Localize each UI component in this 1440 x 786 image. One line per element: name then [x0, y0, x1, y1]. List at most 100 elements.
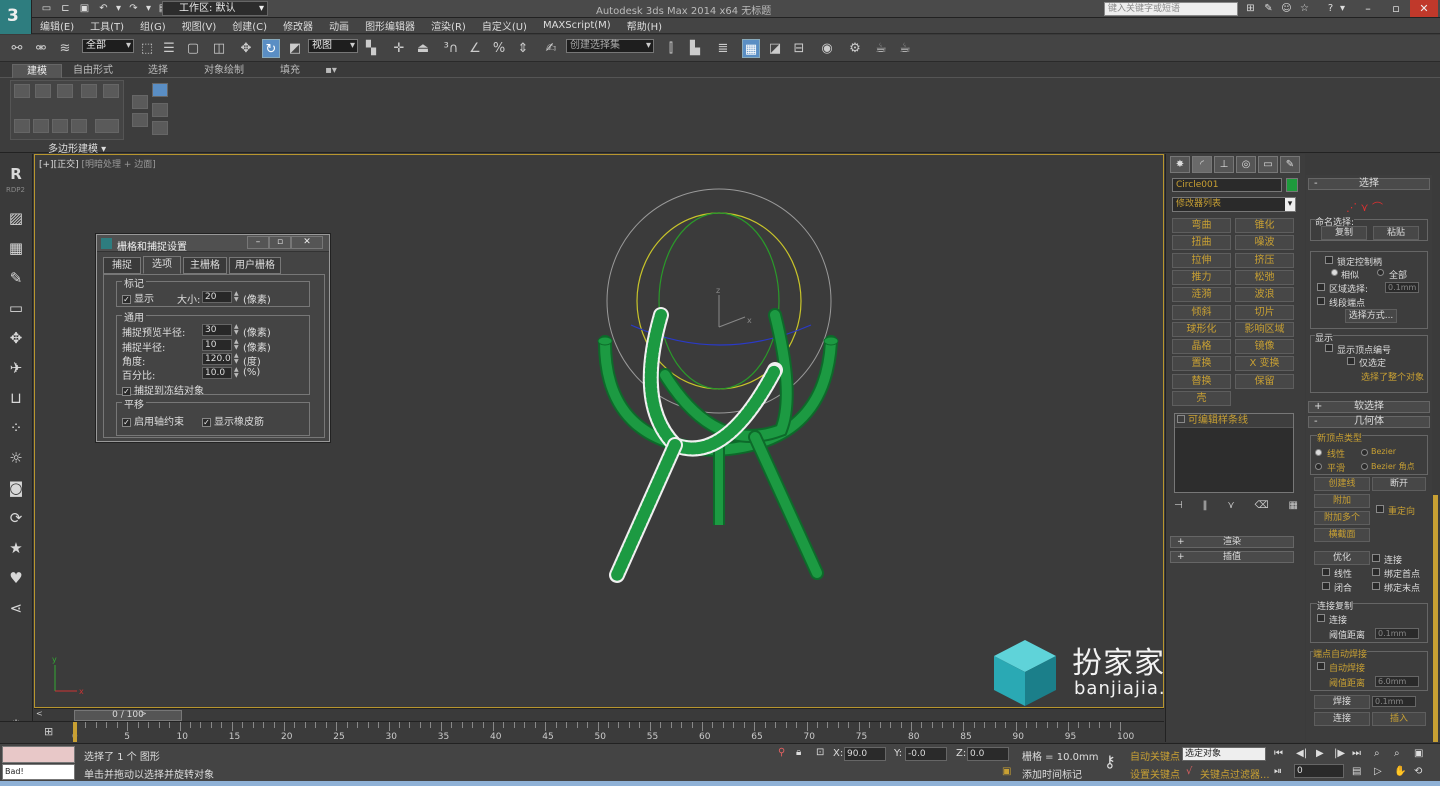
render-production-icon[interactable]: ☕ [896, 39, 914, 58]
menu-tools[interactable]: 工具(T) [82, 18, 132, 33]
modify-tab-icon[interactable]: ◜ [1192, 156, 1212, 173]
pin-stack-icon[interactable]: ⊣ [1174, 500, 1183, 514]
selection-rollout-header[interactable]: - 选择 [1308, 178, 1430, 190]
field-of-view-icon[interactable]: ▷ [1374, 766, 1382, 777]
weld-button[interactable]: 焊接 [1314, 695, 1370, 709]
segment-end-checkbox[interactable] [1317, 297, 1325, 305]
cross-section-button[interactable]: 横截面 [1314, 528, 1370, 542]
dialog-close-icon[interactable]: ✕ [291, 236, 323, 249]
current-frame-input[interactable]: 0 [1294, 764, 1344, 778]
ribbon-tool-6-icon[interactable] [14, 119, 30, 133]
ribbon-options-icon[interactable]: ▪▾ [320, 64, 342, 78]
all-radio[interactable] [1377, 269, 1384, 276]
dialog-minimize-icon[interactable]: – [247, 236, 269, 249]
select-by-name-icon[interactable]: ☰ [160, 39, 178, 58]
tools-icon[interactable]: ✎ [1260, 1, 1277, 16]
goto-start-icon[interactable]: ⏮ [1274, 748, 1283, 759]
maxscript-output[interactable]: Bad! [2, 764, 75, 780]
time-next-icon[interactable]: > [140, 709, 147, 718]
reference-coordinate-dropdown[interactable]: 视图 [308, 39, 358, 53]
redo-icon[interactable]: ↷ [125, 1, 142, 16]
lock-handles-checkbox[interactable] [1325, 256, 1333, 264]
viewport-view-menu[interactable]: [正交] [54, 160, 79, 170]
modifier-button[interactable]: 晶格 [1172, 339, 1231, 355]
bind-spacewarp-icon[interactable]: ≋ [56, 39, 74, 58]
menu-maxscript[interactable]: MAXScript(M) [535, 20, 619, 31]
modifier-button[interactable]: 波浪 [1235, 287, 1294, 303]
rdp-r-icon[interactable]: R [6, 164, 26, 184]
threshold-input[interactable]: 0.1mm [1375, 628, 1419, 639]
prev-frame-icon[interactable]: ◀| [1296, 748, 1307, 759]
preview-radius-input[interactable]: 30 [202, 324, 232, 336]
mini-curve-editor-icon[interactable]: ⊞ [44, 725, 53, 738]
modifier-button[interactable]: 挤压 [1235, 252, 1294, 268]
copy-selection-button[interactable]: 复制 [1321, 226, 1367, 240]
attach-button[interactable]: 附加 [1314, 494, 1370, 508]
absolute-mode-icon[interactable]: ⊡ [816, 747, 824, 758]
menu-graph-editors[interactable]: 图形编辑器 [357, 18, 423, 33]
time-config-icon[interactable]: ▤ [1352, 766, 1361, 777]
auto-weld-threshold-input[interactable]: 6.0mm [1375, 676, 1419, 687]
search-input[interactable]: 键入关键字或短语 [1104, 2, 1238, 16]
key-mode-toggle-icon[interactable]: ⏯ [1274, 766, 1282, 777]
select-object-icon[interactable]: ⬚ [138, 39, 156, 58]
make-unique-icon[interactable]: ⋎ [1227, 500, 1234, 514]
insert-button[interactable]: 插入 [1372, 712, 1426, 726]
size-input[interactable]: 20 [202, 291, 232, 303]
grid-dots-icon[interactable]: ⁘ [6, 418, 26, 438]
ribbon-tab-object-paint[interactable]: 对象绘制 [196, 64, 252, 78]
modifier-button[interactable]: 替换 [1172, 373, 1231, 389]
edit-icon[interactable]: ✎ [6, 268, 26, 288]
create-tab-icon[interactable]: ✸ [1170, 156, 1190, 173]
modifier-button[interactable]: 拉伸 [1172, 252, 1231, 268]
ribbon-tab-freeform[interactable]: 自由形式 [66, 64, 120, 78]
menu-create[interactable]: 创建(C) [224, 18, 275, 33]
new-file-icon[interactable]: ▭ [38, 1, 55, 16]
curve-editor-icon[interactable]: ◪ [766, 39, 784, 58]
named-selection-dropdown[interactable]: 创建选择集 [566, 39, 654, 53]
share-icon[interactable]: ⋖ [6, 598, 26, 618]
zoom-extents-icon[interactable]: ▣ [1414, 748, 1423, 759]
modifier-button[interactable]: 弯曲 [1172, 218, 1231, 233]
keyboard-shortcut-icon[interactable]: ⏏ [414, 39, 432, 58]
dialog-title-bar[interactable]: 栅格和捕捉设置 – ▫ ✕ [97, 235, 329, 253]
window-crossing-icon[interactable]: ◫ [210, 39, 228, 58]
modifier-list-dropdown[interactable]: 修改器列表 [1172, 197, 1296, 212]
modifier-button[interactable]: 倾斜 [1172, 304, 1231, 320]
modifier-button[interactable]: 推力 [1172, 269, 1231, 285]
ribbon-tool-1-icon[interactable] [14, 84, 30, 98]
y-coordinate-input[interactable]: -0.0 [905, 747, 947, 761]
rendered-frame-icon[interactable]: ☕ [872, 39, 890, 58]
ribbon-side-4-icon[interactable] [152, 103, 168, 117]
help-icon[interactable]: ? [1322, 1, 1339, 16]
ribbon-tool-2-icon[interactable] [35, 84, 51, 98]
modifier-button[interactable]: 涟漪 [1172, 287, 1231, 303]
select-by-button[interactable]: 选择方式... [1345, 309, 1397, 323]
tab-snaps[interactable]: 捕捉 [103, 257, 141, 274]
isolate-icon[interactable]: ⚲ [778, 747, 785, 758]
geometry-rollout[interactable]: - 几何体 [1308, 416, 1430, 428]
layer-manager-icon[interactable]: ≣ [714, 39, 732, 58]
attach-multiple-button[interactable]: 附加多个 [1314, 511, 1370, 525]
configure-sets-icon[interactable]: ▦ [1289, 500, 1298, 514]
modifier-button[interactable]: 保留 [1235, 373, 1294, 389]
camera-icon[interactable]: ◙ [6, 478, 26, 498]
rendering-rollout[interactable]: + 渲染 [1170, 536, 1294, 548]
snaps-toggle-icon[interactable]: ³∩ [442, 39, 460, 58]
sun-icon[interactable]: ☼ [6, 448, 26, 468]
bind-first-checkbox[interactable] [1372, 568, 1380, 576]
lock-selection-icon[interactable]: 🔒︎ [796, 747, 801, 758]
ribbon-tool-7-icon[interactable] [33, 119, 49, 133]
set-key-button[interactable]: 设置关键点 [1130, 766, 1180, 781]
only-selected-checkbox[interactable] [1347, 357, 1355, 365]
redo-dropdown-icon[interactable]: ▾ [144, 1, 153, 16]
material-editor-icon[interactable]: ◉ [818, 39, 836, 58]
soft-selection-rollout[interactable]: + 软选择 [1308, 401, 1430, 413]
open-file-icon[interactable]: ⊏ [57, 1, 74, 16]
heart-icon[interactable]: ♥ [6, 568, 26, 588]
rectangle-selection-icon[interactable]: ▢ [184, 39, 202, 58]
angle-input[interactable]: 120.0 [202, 353, 232, 365]
rubber-band-check[interactable]: ✓ [202, 417, 211, 427]
move-icon[interactable]: ✥ [237, 39, 255, 58]
workspace-dropdown[interactable]: 工作区: 默认 [162, 1, 268, 16]
